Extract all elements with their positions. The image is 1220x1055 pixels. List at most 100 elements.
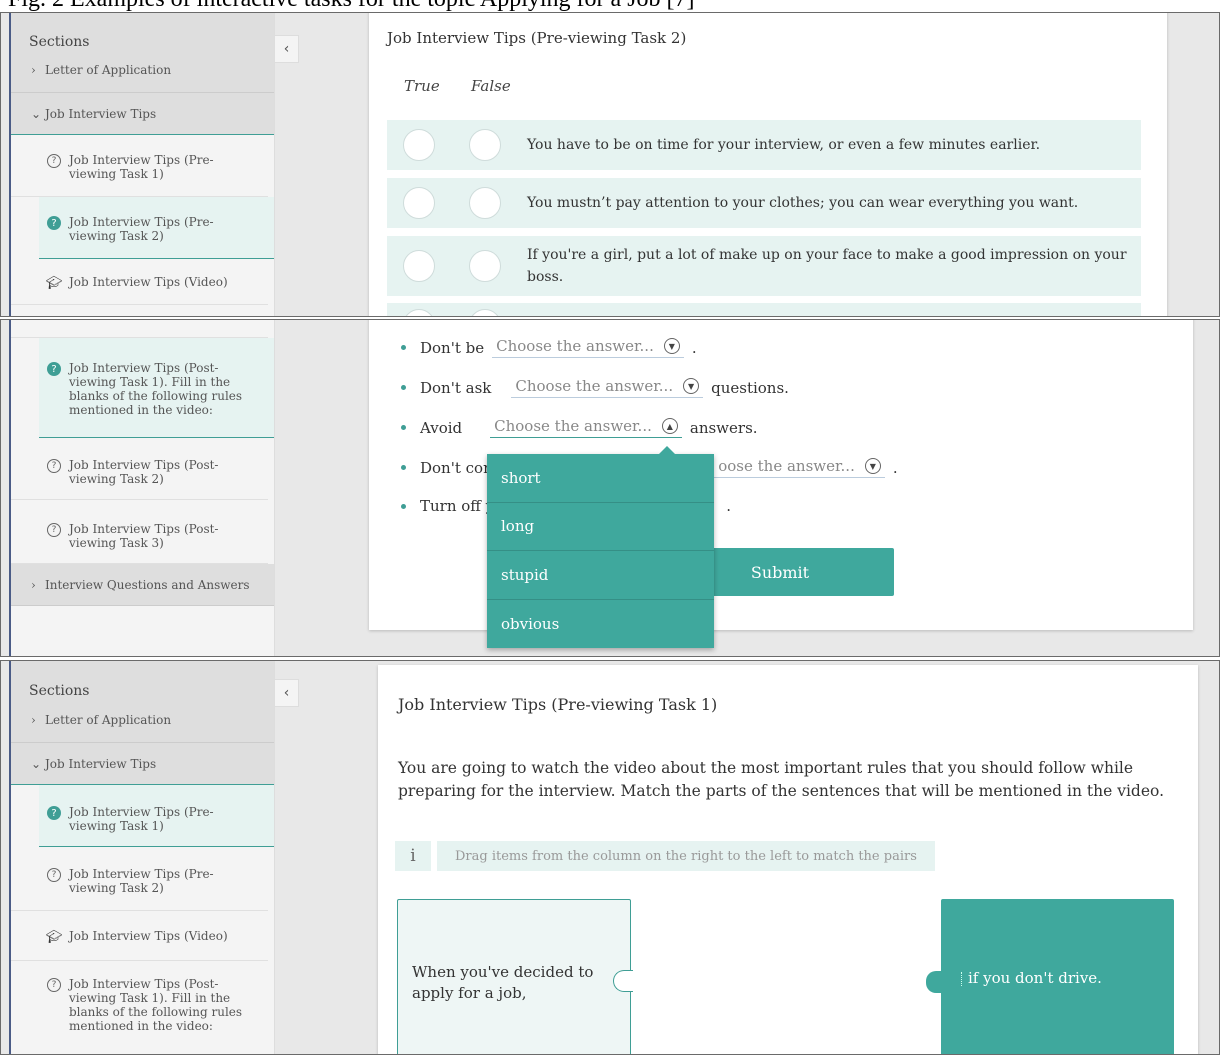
collapse-sidebar-button[interactable]: ‹ — [275, 35, 299, 63]
answer-select-open[interactable]: Choose the answer... ▲ — [490, 417, 682, 438]
bullet-dot — [401, 503, 406, 509]
select-placeholder: Choose the answer... — [494, 417, 652, 435]
option-short[interactable]: short — [487, 454, 714, 503]
panel-matching: Sections › Letter of Application ⌄ Job Int… — [0, 660, 1220, 1055]
chevron-down-icon: ⌄ — [31, 756, 42, 771]
rule-item: Avoid Choose the answer... ▲ answers. — [401, 417, 758, 438]
task-title: Job Interview Tips (Pre-viewing Task 1) — [398, 695, 718, 714]
sidebar: ? Job Interview Tips (Post-viewing Task 1… — [11, 320, 275, 656]
select-placeholder: Choose the answer... — [496, 337, 654, 355]
sidebar-heading: Sections — [11, 661, 274, 698]
bullet-dot — [401, 345, 406, 350]
question-outline-icon: ? — [47, 978, 61, 992]
sidebar-item-post-viewing-task-1[interactable]: ? Job Interview Tips (Post-viewing Task 1… — [39, 338, 274, 438]
sidebar-item-post-viewing-task-2[interactable]: ? Job Interview Tips (Post-viewing Task 2… — [11, 438, 268, 500]
true-radio[interactable] — [403, 309, 435, 316]
info-icon: i — [395, 841, 431, 871]
question-outline-icon: ? — [47, 868, 61, 882]
drop-socket — [613, 970, 633, 992]
chevron-down-icon: ⌄ — [31, 106, 42, 121]
rule-text: Don't cor — [420, 458, 491, 477]
section-job-interview-tips[interactable]: ⌄ Job Interview Tips — [11, 743, 274, 785]
draggable-item[interactable]: if you don't drive. — [941, 899, 1174, 1054]
drag-handle-icon — [961, 972, 964, 986]
collapse-sidebar-button[interactable]: ‹ — [275, 679, 299, 707]
statement-text: You have to be on time for your intervie… — [527, 137, 1041, 153]
sidebar-item-label: Job Interview Tips (Pre-viewing Task 2) — [69, 215, 214, 243]
chevron-down-icon: ▼ — [663, 338, 680, 354]
chevron-up-icon: ▲ — [661, 418, 678, 434]
option-long[interactable]: long — [487, 503, 714, 551]
figure-caption: Fig. 2 Examples of interactive tasks for… — [0, 0, 1220, 12]
sidebar-item-label: Job Interview Tips (Post-viewing Task 1)… — [69, 361, 243, 417]
chevron-right-icon: › — [31, 577, 36, 592]
panel-true-false: Sections › Letter of Application ⌄ Job Int… — [0, 12, 1220, 317]
section-letter-of-application[interactable]: › Letter of Application — [11, 47, 274, 93]
chevron-right-icon: › — [31, 712, 36, 727]
false-radio[interactable] — [469, 187, 501, 219]
rule-text: Don't be — [420, 338, 485, 357]
true-radio[interactable] — [403, 129, 435, 161]
sidebar-item-pre-viewing-task-2[interactable]: ? Job Interview Tips (Pre-viewing Task 2) — [11, 847, 268, 911]
option-obvious[interactable]: obvious — [487, 600, 714, 649]
sidebar-item-video[interactable]: 🎓︎ Job Interview Tips (Video) — [11, 259, 268, 305]
false-radio[interactable] — [469, 309, 501, 316]
sidebar-item-post-viewing-task-3[interactable]: ? Job Interview Tips (Post-viewing Task 3… — [11, 500, 268, 564]
sidebar-item-label: Job Interview Tips (Pre-viewing Task 1) — [69, 805, 214, 833]
draggable-item-text: if you don't drive. — [968, 969, 1102, 987]
section-label: Letter of Application — [45, 712, 172, 727]
sidebar-item-label: Job Interview Tips (Post-viewing Task 1)… — [69, 977, 243, 1033]
task-title: Job Interview Tips (Pre-viewing Task 2) — [387, 29, 687, 47]
false-radio[interactable] — [469, 129, 501, 161]
section-label: Letter of Application — [45, 62, 172, 77]
sidebar-item-label: Job Interview Tips (Pre-viewing Task 1) — [69, 153, 214, 181]
sidebar-item-post-viewing-task-1[interactable]: ? Job Interview Tips (Post-viewing Task 1… — [11, 961, 268, 1053]
bullet-dot — [401, 465, 406, 470]
sidebar-item-label: Job Interview Tips (Video) — [69, 929, 228, 943]
true-radio[interactable] — [403, 187, 435, 219]
bullet-dot — [401, 425, 406, 430]
sidebar-item-label: Job Interview Tips (Video) — [69, 275, 228, 289]
rule-text: Don't ask — [420, 378, 492, 397]
false-radio[interactable] — [469, 250, 501, 282]
section-interview-questions[interactable]: › Interview Questions and Answers — [11, 564, 274, 606]
false-column-header: False — [471, 77, 511, 95]
statement-text: If you're a girl, put a lot of make up o… — [527, 247, 1127, 285]
rule-text: Avoid — [420, 418, 463, 437]
sidebar-item-pre-viewing-task-2[interactable]: ? Job Interview Tips (Pre-viewing Task 2) — [39, 197, 274, 259]
question-filled-icon: ? — [47, 216, 61, 230]
question-filled-icon: ? — [47, 806, 61, 820]
sidebar-item-video[interactable]: 🎓︎ Job Interview Tips (Video) — [11, 911, 268, 961]
rule-item: Don't ask Choose the answer... ▼ question… — [401, 377, 789, 398]
true-radio[interactable] — [403, 250, 435, 282]
question-outline-icon: ? — [47, 459, 61, 473]
chevron-left-icon: ‹ — [283, 685, 290, 701]
option-stupid[interactable]: stupid — [487, 551, 714, 600]
drag-connector[interactable] — [926, 971, 942, 993]
rule-text: questions. — [711, 378, 789, 397]
statement-text: You mustn’t pay attention to your clothe… — [527, 195, 1079, 211]
answer-select[interactable]: oose the answer... ▼ — [714, 457, 885, 478]
sidebar-item-label: Job Interview Tips (Post-viewing Task 2) — [69, 458, 219, 486]
graduation-cap-icon: 🎓︎ — [45, 929, 63, 945]
match-target-box[interactable]: When you've decided to apply for a job, — [397, 899, 631, 1054]
section-letter-of-application[interactable]: › Letter of Application — [11, 697, 274, 743]
rule-text: answers. — [689, 418, 758, 437]
sidebar-item-pre-viewing-task-1[interactable]: ? Job Interview Tips (Pre-viewing Task 1) — [39, 785, 274, 847]
graduation-cap-icon: 🎓︎ — [45, 275, 63, 291]
true-column-header: True — [404, 77, 440, 95]
rule-item: Don't be Choose the answer... ▼ . — [401, 337, 697, 358]
sidebar: Sections › Letter of Application ⌄ Job Int… — [11, 661, 275, 1054]
bullet-dot — [401, 385, 406, 390]
hint-text: Drag items from the column on the right … — [437, 841, 935, 871]
rule-text: Turn off y — [420, 497, 495, 515]
sidebar-item-pre-viewing-task-1[interactable]: ? Job Interview Tips (Pre-viewing Task 1) — [11, 135, 268, 197]
section-job-interview-tips[interactable]: ⌄ Job Interview Tips — [11, 93, 274, 135]
sidebar-item-video-partial — [11, 320, 268, 338]
answer-select[interactable]: Choose the answer... ▼ — [511, 377, 704, 398]
chevron-down-icon: ▼ — [683, 378, 700, 394]
hint-banner: i Drag items from the column on the righ… — [395, 841, 935, 871]
answer-select[interactable]: Choose the answer... ▼ — [492, 337, 684, 358]
panel-fill-in-blanks: ? Job Interview Tips (Post-viewing Task 1… — [0, 319, 1220, 657]
section-label: Job Interview Tips — [45, 106, 157, 121]
